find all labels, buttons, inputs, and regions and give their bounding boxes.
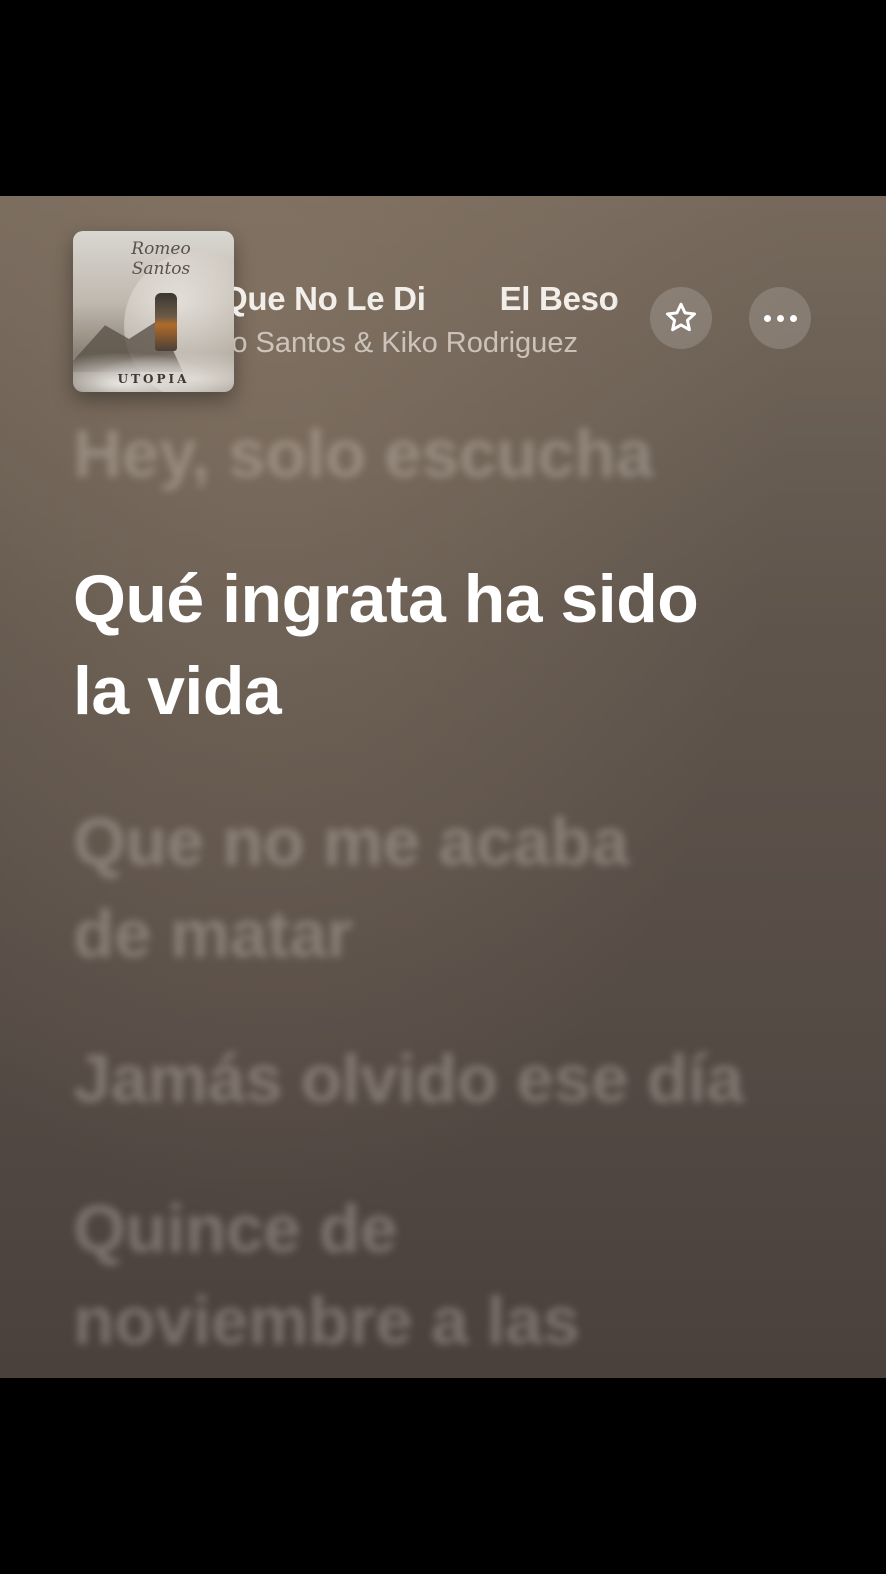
- lyric-line-next[interactable]: Jamás olvido ese día: [73, 1033, 744, 1125]
- star-icon: [666, 302, 696, 332]
- track-title: Que No Le Di: [234, 280, 426, 317]
- lyric-line-next[interactable]: Que no me acaba de matar: [73, 796, 629, 980]
- ellipsis-icon: [763, 314, 797, 322]
- album-artwork[interactable]: Romeo Santos UTOPIA: [73, 231, 234, 392]
- lyric-text: Quince de: [73, 1191, 398, 1267]
- artwork-album-title: UTOPIA: [117, 372, 190, 386]
- lyric-text: Hey, solo escucha: [73, 416, 653, 492]
- lyric-text: Jamás olvido ese día: [73, 1041, 744, 1117]
- artwork-figure: [155, 293, 177, 351]
- lyric-line-previous[interactable]: Hey, solo escucha: [73, 408, 653, 500]
- artwork-artist-signature: Romeo Santos: [131, 239, 191, 279]
- lyric-line-current[interactable]: Qué ingrata ha sido la vida: [73, 553, 699, 737]
- track-title-marquee[interactable]: Que No Le Di El Beso: [234, 280, 639, 320]
- track-title-repeat: El Beso: [499, 280, 619, 317]
- lyrics-screen: Romeo Santos UTOPIA Que No Le Di El Beso …: [0, 196, 886, 1378]
- lyric-text: Qué ingrata ha sido: [73, 561, 699, 637]
- favorite-button[interactable]: [650, 287, 712, 349]
- lyric-text: la vida: [73, 653, 282, 729]
- lyric-text: noviembre a las: [73, 1283, 580, 1359]
- lyric-line-next[interactable]: Quince de noviembre a las: [73, 1183, 580, 1367]
- artist-label: Romeo Santos & Kiko Rodriguez: [234, 327, 578, 359]
- more-options-button[interactable]: [749, 287, 811, 349]
- lyric-text: de matar: [73, 896, 353, 972]
- artist-name[interactable]: Romeo Santos & Kiko Rodriguez: [234, 327, 594, 361]
- lyric-text: Que no me acaba: [73, 804, 629, 880]
